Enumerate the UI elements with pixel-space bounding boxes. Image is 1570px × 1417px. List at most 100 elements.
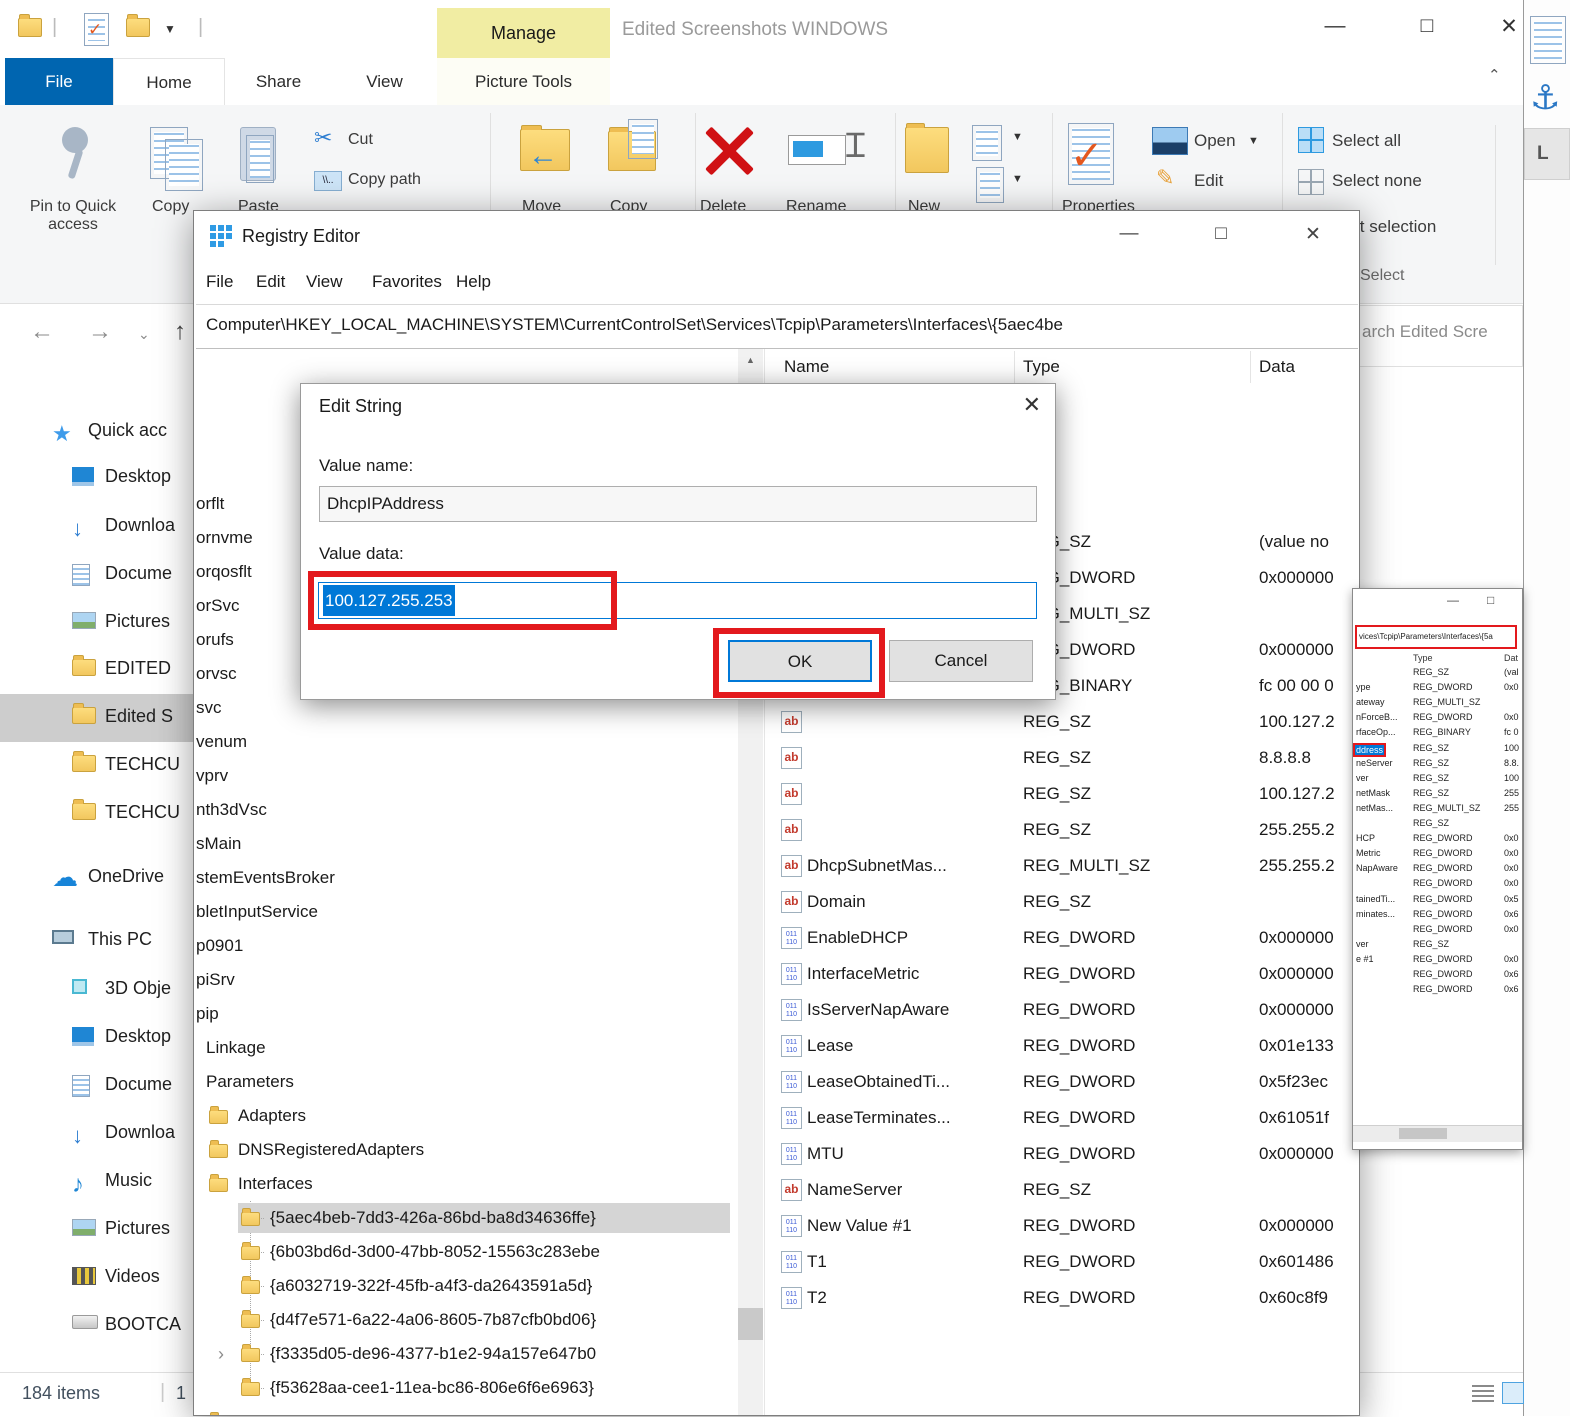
menu-favorites[interactable]: Favorites bbox=[372, 272, 442, 292]
sidebar-item-downloa[interactable]: ↓Downloa bbox=[0, 503, 193, 551]
copy-path-button[interactable]: Copy path bbox=[348, 171, 421, 189]
value-row-EnableDHCP[interactable]: 011110EnableDHCPREG_DWORD0x000000 bbox=[766, 921, 1359, 957]
tree-item-2[interactable]: orqosflt bbox=[196, 555, 252, 589]
sidebar-item-bootca[interactable]: BOOTCA bbox=[0, 1302, 193, 1350]
menu-view[interactable]: View bbox=[306, 272, 343, 292]
value-row-LeaseObtainedTi...[interactable]: 011110LeaseObtainedTi...REG_DWORD0x5f23e… bbox=[766, 1065, 1359, 1101]
report-icon[interactable] bbox=[1530, 16, 1566, 64]
sidebar-item-pictures[interactable]: Pictures bbox=[0, 1206, 193, 1254]
sidebar-item-techcu[interactable]: TECHCU bbox=[0, 742, 193, 790]
maximize-button[interactable]: □ bbox=[1410, 14, 1444, 38]
regedit-maximize-button[interactable]: □ bbox=[1206, 223, 1236, 245]
anchor-icon[interactable]: ⚓ bbox=[1530, 78, 1560, 118]
qat-folder2-icon[interactable] bbox=[126, 18, 150, 37]
sidebar-item-quick-acc[interactable]: ★Quick acc bbox=[0, 408, 193, 456]
tree-item-25[interactable]: {f3335d05-de96-4377-b1e2-94a157e647b0 bbox=[270, 1337, 596, 1371]
easy-access-icon[interactable] bbox=[976, 167, 1004, 203]
corner-tool-panel[interactable]: L bbox=[1524, 128, 1570, 180]
qat-folder-icon[interactable] bbox=[18, 18, 42, 37]
tree-item-18[interactable]: Adapters bbox=[238, 1099, 306, 1133]
tree-item-17[interactable]: Parameters bbox=[206, 1065, 294, 1099]
value-row-hidden-8[interactable]: abREG_SZ255.255.2 bbox=[766, 813, 1359, 849]
mini-horizontal-scrollbar[interactable] bbox=[1353, 1125, 1522, 1142]
value-row-MTU[interactable]: 011110MTUREG_DWORD0x000000 bbox=[766, 1137, 1359, 1173]
value-row-LeaseTerminates...[interactable]: 011110LeaseTerminates...REG_DWORD0x61051… bbox=[766, 1101, 1359, 1137]
new-item-icon[interactable] bbox=[972, 125, 1002, 161]
value-row-NameServer[interactable]: abNameServerREG_SZ bbox=[766, 1173, 1359, 1209]
tree-item-22[interactable]: {6b03bd6d-3d00-47bb-8052-15563c283ebe bbox=[270, 1235, 600, 1269]
sidebar-item-onedrive[interactable]: ☁OneDrive bbox=[0, 854, 193, 902]
copy-path-icon[interactable]: \\.. bbox=[314, 171, 342, 191]
value-name-field[interactable]: DhcpIPAddress bbox=[319, 486, 1037, 522]
regedit-close-button[interactable]: ✕ bbox=[1298, 223, 1328, 246]
tree-item-7[interactable]: venum bbox=[196, 725, 247, 759]
tree-item-4[interactable]: orufs bbox=[196, 623, 234, 657]
regedit-minimize-button[interactable]: — bbox=[1114, 223, 1144, 245]
value-row-InterfaceMetric[interactable]: 011110InterfaceMetricREG_DWORD0x000000 bbox=[766, 957, 1359, 993]
minimize-button[interactable]: — bbox=[1318, 14, 1352, 38]
value-row-T2[interactable]: 011110T2REG_DWORD0x60c8f9 bbox=[766, 1281, 1359, 1317]
value-row-DhcpSubnetMas...[interactable]: abDhcpSubnetMas...REG_MULTI_SZ255.255.2 bbox=[766, 849, 1359, 885]
edit-button[interactable]: Edit bbox=[1194, 171, 1223, 191]
copy-button[interactable]: Copy bbox=[152, 198, 189, 216]
manage-contextual-tab[interactable]: Manage bbox=[437, 8, 610, 58]
tree-item-23[interactable]: {a6032719-322f-45fb-a4f3-da2643591a5d} bbox=[270, 1269, 592, 1303]
recent-locations-icon[interactable]: ⌄ bbox=[138, 326, 150, 343]
tab-picture-tools[interactable]: Picture Tools bbox=[437, 58, 610, 105]
tree-item-16[interactable]: Linkage bbox=[206, 1031, 266, 1065]
collapse-ribbon-icon[interactable]: ⌃ bbox=[1488, 66, 1501, 84]
tree-item-15[interactable]: pip bbox=[196, 997, 219, 1031]
tree-item-19[interactable]: DNSRegisteredAdapters bbox=[238, 1133, 424, 1167]
tree-item-12[interactable]: bletInputService bbox=[196, 895, 318, 929]
sidebar-item-techcu[interactable]: TECHCU bbox=[0, 790, 193, 838]
select-all-button[interactable]: Select all bbox=[1332, 131, 1401, 151]
tree-item-1[interactable]: ornvme bbox=[196, 521, 253, 555]
value-row-Lease[interactable]: 011110LeaseREG_DWORD0x01e133 bbox=[766, 1029, 1359, 1065]
sidebar-item-docume[interactable]: Docume bbox=[0, 1062, 193, 1110]
value-row-New Value #1[interactable]: 011110New Value #1REG_DWORD0x000000 bbox=[766, 1209, 1359, 1245]
select-none-button[interactable]: Select none bbox=[1332, 171, 1422, 191]
pin-to-quick-access-button[interactable]: Pin to Quickaccess bbox=[8, 198, 138, 234]
tree-item-8[interactable]: vprv bbox=[196, 759, 228, 793]
tree-item-10[interactable]: sMain bbox=[196, 827, 241, 861]
sidebar-item-edited[interactable]: EDITED bbox=[0, 646, 193, 694]
pin-icon[interactable] bbox=[62, 127, 88, 153]
sidebar-item-music[interactable]: ♪Music bbox=[0, 1158, 193, 1206]
tab-view[interactable]: View bbox=[332, 58, 437, 105]
open-dropdown-icon[interactable]: ▼ bbox=[1248, 135, 1259, 147]
rename-icon[interactable] bbox=[788, 135, 846, 165]
sidebar-item-downloa[interactable]: ↓Downloa bbox=[0, 1110, 193, 1158]
cut-button[interactable]: Cut bbox=[348, 131, 373, 149]
sidebar-item-3d-obje[interactable]: 3D Obje bbox=[0, 966, 193, 1014]
menu-file[interactable]: File bbox=[206, 272, 233, 292]
value-row-hidden-5[interactable]: abREG_SZ100.127.2 bbox=[766, 705, 1359, 741]
value-row-IsServerNapAware[interactable]: 011110IsServerNapAwareREG_DWORD0x000000 bbox=[766, 993, 1359, 1029]
menu-help[interactable]: Help bbox=[456, 272, 491, 292]
sidebar-item-videos[interactable]: Videos bbox=[0, 1254, 193, 1302]
qat-dropdown-icon[interactable]: ▼ bbox=[164, 22, 176, 36]
tree-item-11[interactable]: stemEventsBroker bbox=[196, 861, 335, 895]
tab-file[interactable]: File bbox=[5, 58, 113, 105]
tree-item-27[interactable]: NsiObjectSecurity bbox=[238, 1405, 373, 1415]
value-row-hidden-7[interactable]: abREG_SZ100.127.2 bbox=[766, 777, 1359, 813]
tree-item-26[interactable]: {f53628aa-cee1-11ea-bc86-806e6f6e6963} bbox=[270, 1371, 594, 1405]
regedit-address-bar[interactable]: Computer\HKEY_LOCAL_MACHINE\SYSTEM\Curre… bbox=[196, 304, 1358, 349]
tab-share[interactable]: Share bbox=[225, 58, 332, 105]
menu-edit[interactable]: Edit bbox=[256, 272, 285, 292]
cancel-button[interactable]: Cancel bbox=[889, 640, 1033, 682]
tree-item-20[interactable]: Interfaces bbox=[238, 1167, 313, 1201]
up-button[interactable]: ↑ bbox=[174, 318, 186, 346]
dialog-close-icon[interactable]: ✕ bbox=[1023, 392, 1041, 418]
close-button[interactable]: ✕ bbox=[1492, 14, 1526, 39]
scroll-up-icon[interactable]: ▲ bbox=[738, 349, 763, 371]
sidebar-item-docume[interactable]: Docume bbox=[0, 551, 193, 599]
new-item-dropdown-icon[interactable]: ▼ bbox=[1012, 131, 1023, 143]
tree-item-24[interactable]: {d4f7e571-6a22-4a06-8605-7b87cfb0bd06} bbox=[270, 1303, 596, 1337]
tree-item-9[interactable]: nth3dVsc bbox=[196, 793, 267, 827]
value-row-T1[interactable]: 011110T1REG_DWORD0x601486 bbox=[766, 1245, 1359, 1281]
tree-item-14[interactable]: piSrv bbox=[196, 963, 235, 997]
forward-button[interactable]: → bbox=[88, 318, 112, 346]
sidebar-item-pictures[interactable]: Pictures bbox=[0, 599, 193, 647]
sidebar-item-desktop[interactable]: Desktop bbox=[0, 454, 193, 502]
cut-icon[interactable]: ✂ bbox=[314, 125, 332, 151]
